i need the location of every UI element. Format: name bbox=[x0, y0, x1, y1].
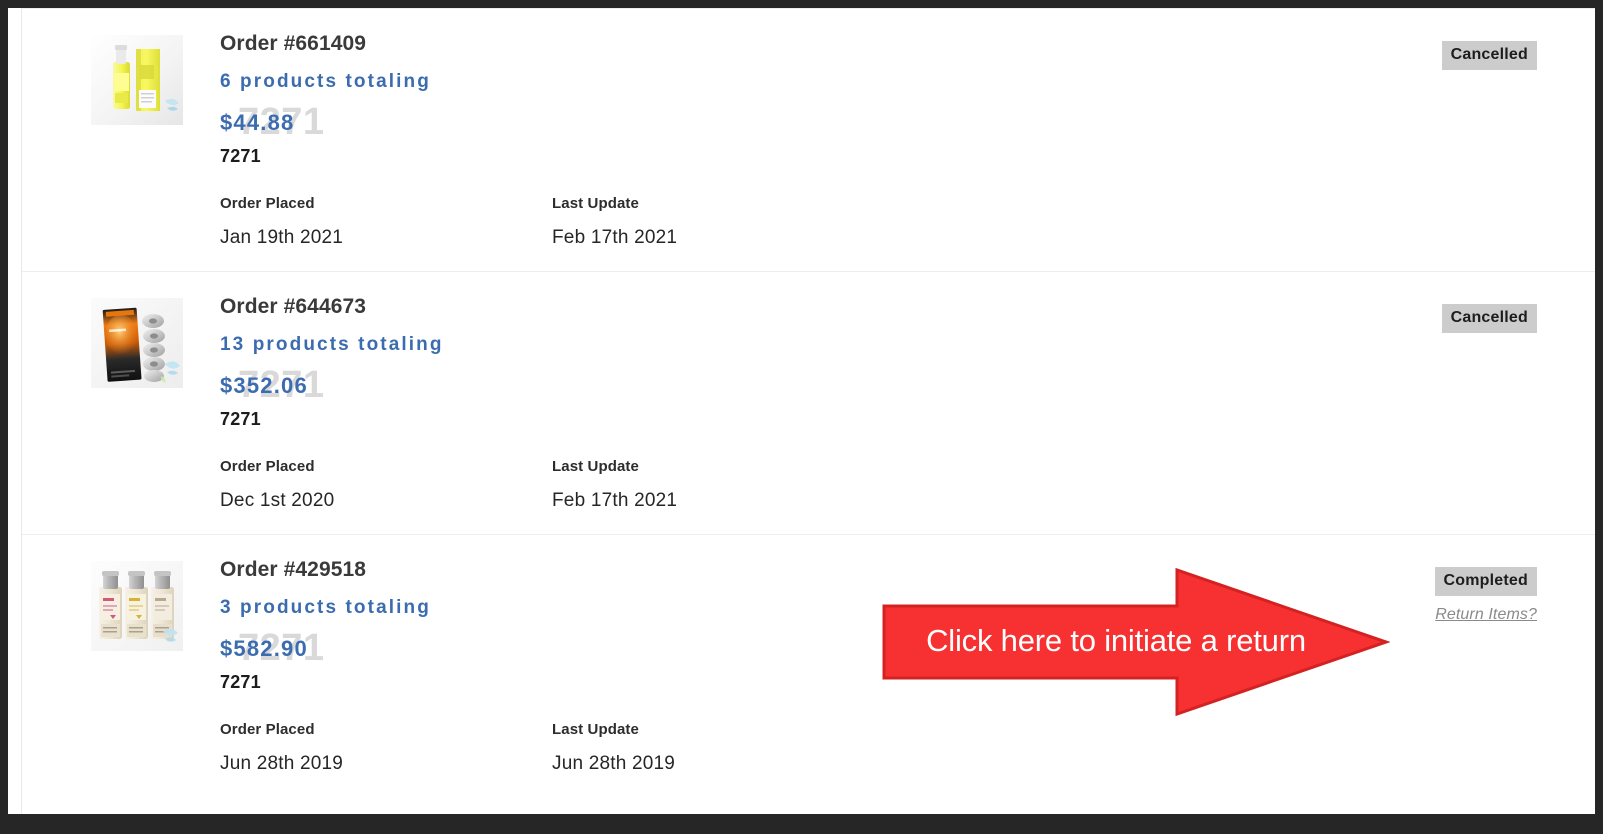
order-row[interactable]: Order #429518 3 products totaling 7271 $… bbox=[22, 534, 1595, 797]
status-badge: Completed bbox=[1434, 567, 1537, 596]
page-viewport: Order #661409 6 products totaling 7271 $… bbox=[8, 8, 1595, 814]
order-status-area: Cancelled bbox=[1441, 304, 1537, 333]
order-thumbnail[interactable] bbox=[91, 35, 183, 125]
last-update-column: Last Update Feb 17th 2021 bbox=[552, 194, 677, 250]
order-price[interactable]: $582.90 bbox=[220, 632, 1320, 666]
order-title: Order #661409 bbox=[220, 32, 367, 55]
last-update-value: Feb 17th 2021 bbox=[552, 227, 678, 248]
order-products-count[interactable]: 13 products totaling bbox=[220, 333, 1320, 357]
order-dates: Order Placed Jun 28th 2019 Last Update J… bbox=[220, 720, 920, 776]
order-price-block: 7271 $582.90 bbox=[220, 628, 1320, 670]
three-cream-bottles-image bbox=[91, 561, 183, 651]
order-products-count[interactable]: 3 products totaling bbox=[220, 596, 1320, 620]
order-row[interactable]: Order #661409 6 products totaling 7271 $… bbox=[22, 8, 1595, 271]
order-title: Order #644673 bbox=[220, 295, 367, 318]
order-row[interactable]: Order #644673 13 products totaling 7271 … bbox=[22, 271, 1595, 534]
last-update-value: Jun 28th 2019 bbox=[552, 753, 676, 774]
order-dates: Order Placed Jan 19th 2021 Last Update F… bbox=[220, 194, 920, 250]
order-status-area: Cancelled bbox=[1441, 41, 1537, 70]
order-dates: Order Placed Dec 1st 2020 Last Update Fe… bbox=[220, 457, 920, 513]
last-update-label: Last Update bbox=[552, 458, 639, 475]
return-items-link[interactable]: Return Items? bbox=[1435, 605, 1537, 625]
order-placed-column: Order Placed Jun 28th 2019 bbox=[220, 720, 552, 776]
order-placed-value: Jun 28th 2019 bbox=[220, 753, 344, 774]
last-update-value: Feb 17th 2021 bbox=[552, 490, 678, 511]
status-badge: Cancelled bbox=[1441, 41, 1537, 70]
last-update-label: Last Update bbox=[552, 721, 639, 738]
browser-frame: Order #661409 6 products totaling 7271 $… bbox=[0, 0, 1603, 834]
order-list: Order #661409 6 products totaling 7271 $… bbox=[22, 8, 1595, 797]
order-placed-label: Order Placed bbox=[220, 721, 315, 738]
order-placed-label: Order Placed bbox=[220, 195, 315, 212]
yellow-eliquid-bottle-and-box-image bbox=[91, 35, 183, 125]
order-placed-column: Order Placed Dec 1st 2020 bbox=[220, 457, 552, 513]
last-update-column: Last Update Feb 17th 2021 bbox=[552, 457, 677, 513]
order-thumbnail[interactable] bbox=[91, 561, 183, 651]
order-summary: Order #429518 3 products totaling 7271 $… bbox=[220, 557, 1320, 693]
order-summary: Order #644673 13 products totaling 7271 … bbox=[220, 294, 1320, 430]
order-placed-value: Dec 1st 2020 bbox=[220, 490, 335, 511]
status-badge: Cancelled bbox=[1441, 304, 1537, 333]
order-title: Order #429518 bbox=[220, 558, 367, 581]
order-status-area: Completed Return Items? bbox=[1434, 567, 1537, 625]
order-price-block: 7271 $352.06 bbox=[220, 365, 1320, 407]
order-thumbnail[interactable] bbox=[91, 298, 183, 388]
last-update-column: Last Update Jun 28th 2019 bbox=[552, 720, 675, 776]
order-products-count[interactable]: 6 products totaling bbox=[220, 70, 1320, 94]
order-placed-label: Order Placed bbox=[220, 458, 315, 475]
order-price-block: 7271 $44.88 bbox=[220, 102, 1320, 144]
last-update-label: Last Update bbox=[552, 195, 639, 212]
order-code: 7271 bbox=[220, 146, 261, 166]
order-code: 7271 bbox=[220, 409, 261, 429]
order-summary: Order #661409 6 products totaling 7271 $… bbox=[220, 31, 1320, 167]
order-code: 7271 bbox=[220, 672, 261, 692]
orange-black-coil-pack-image bbox=[91, 298, 183, 388]
page-content: Order #661409 6 products totaling 7271 $… bbox=[22, 8, 1595, 814]
order-price[interactable]: $44.88 bbox=[220, 106, 1320, 140]
order-placed-column: Order Placed Jan 19th 2021 bbox=[220, 194, 552, 250]
order-placed-value: Jan 19th 2021 bbox=[220, 227, 344, 248]
order-price[interactable]: $352.06 bbox=[220, 369, 1320, 403]
